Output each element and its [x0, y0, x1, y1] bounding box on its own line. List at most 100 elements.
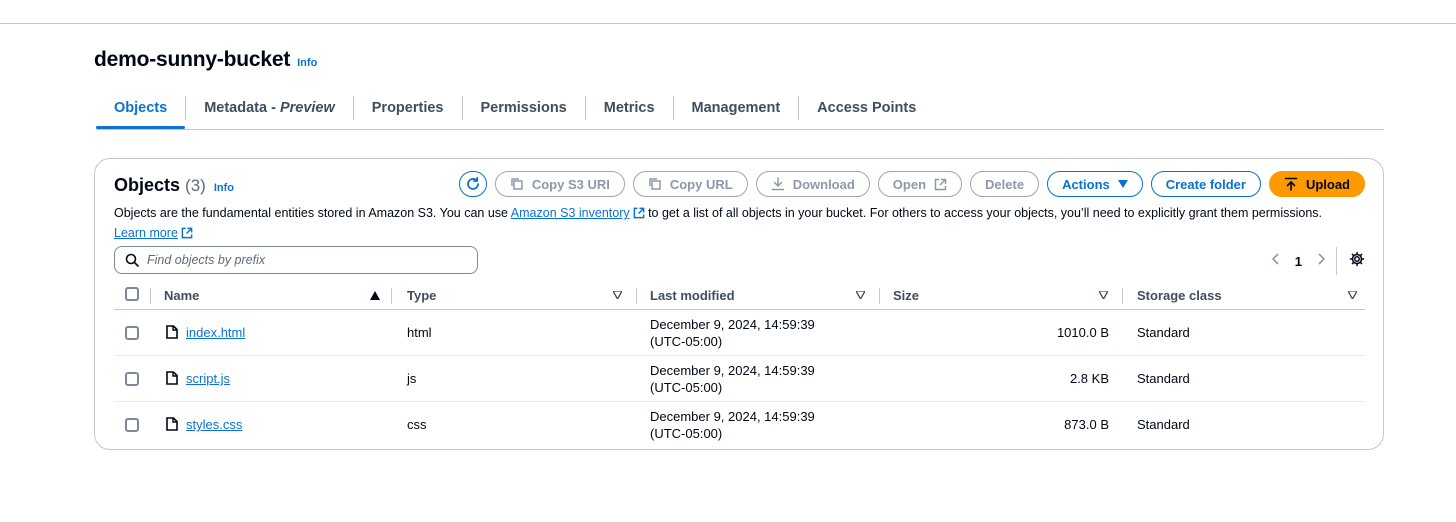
column-divider: [879, 288, 880, 304]
tab-access-points[interactable]: Access Points: [799, 94, 934, 128]
tab-bar: Objects Metadata - Preview Properties Pe…: [96, 94, 1384, 130]
table-row[interactable]: index.html html December 9, 2024, 14:59:…: [114, 310, 1365, 356]
column-divider: [391, 288, 392, 304]
caret-down-icon: [1117, 180, 1128, 188]
file-icon: [166, 371, 178, 385]
s3-inventory-link[interactable]: Amazon S3 inventory: [511, 206, 630, 220]
column-header-name[interactable]: Name: [164, 288, 199, 303]
actions-label: Actions: [1062, 176, 1110, 192]
file-icon: [166, 325, 178, 339]
description-text-1: Objects are the fundamental entities sto…: [114, 206, 511, 220]
timezone-line: (UTC-05:00): [650, 380, 723, 395]
objects-actions-toolbar: Copy S3 URI Copy URL Download Open Delet…: [458, 171, 1365, 197]
bucket-info-link[interactable]: Info: [297, 57, 317, 69]
tab-properties[interactable]: Properties: [354, 94, 462, 128]
page-number[interactable]: 1: [1295, 254, 1302, 269]
tab-management[interactable]: Management: [674, 94, 799, 128]
object-name-link[interactable]: script.js: [186, 371, 230, 386]
delete-label: Delete: [985, 176, 1025, 192]
actions-dropdown-button[interactable]: Actions: [1047, 171, 1143, 197]
external-link-icon: [181, 226, 193, 244]
external-link-icon: [633, 206, 645, 224]
select-all-checkbox[interactable]: [125, 287, 139, 301]
object-size: 1010.0 B: [1056, 325, 1109, 340]
copy-url-label: Copy URL: [669, 176, 733, 192]
object-size: 873.0 B: [1064, 417, 1109, 432]
object-type: css: [407, 417, 427, 432]
description-text-2: to get a list of all objects in your buc…: [644, 206, 1323, 220]
upload-icon: [1284, 177, 1298, 191]
date-line: December 9, 2024, 14:59:39: [650, 363, 815, 378]
sort-icon[interactable]: [1348, 291, 1357, 299]
pager-divider: [1336, 247, 1337, 275]
download-button[interactable]: Download: [755, 171, 870, 197]
file-icon: [166, 417, 178, 431]
prev-page-button[interactable]: [1271, 252, 1281, 271]
column-header-size[interactable]: Size: [893, 288, 919, 303]
objects-description: Objects are the fundamental entities sto…: [114, 204, 1364, 244]
objects-count: (3): [185, 176, 206, 195]
table-header: Name Type Last modified Size Storage cla…: [114, 283, 1365, 310]
learn-more-link[interactable]: Learn more: [114, 226, 178, 240]
object-name-link[interactable]: styles.css: [186, 417, 242, 432]
row-checkbox[interactable]: [125, 418, 139, 432]
open-button[interactable]: Open: [877, 171, 963, 197]
timezone-line: (UTC-05:00): [650, 426, 723, 441]
object-type: html: [407, 325, 432, 340]
tab-permissions[interactable]: Permissions: [463, 94, 585, 128]
chevron-right-icon: [1318, 252, 1326, 265]
object-name-link[interactable]: index.html: [186, 325, 245, 340]
sort-ascending-icon[interactable]: [370, 291, 380, 300]
upload-label: Upload: [1305, 176, 1350, 192]
pagination: 1: [1271, 247, 1365, 275]
page-title: demo-sunny-bucket: [94, 48, 291, 71]
tab-objects[interactable]: Objects: [96, 94, 186, 129]
delete-button[interactable]: Delete: [970, 171, 1040, 197]
object-last-modified: December 9, 2024, 14:59:39 (UTC-05:00): [650, 316, 815, 350]
objects-panel-header: Objects (3) Info: [114, 175, 234, 196]
objects-info-link[interactable]: Info: [214, 182, 234, 194]
column-header-type[interactable]: Type: [407, 288, 436, 303]
column-divider: [150, 288, 151, 304]
copy-icon: [510, 177, 524, 191]
next-page-button[interactable]: [1316, 252, 1326, 271]
object-storage-class: Standard: [1137, 325, 1190, 340]
download-label: Download: [792, 176, 855, 192]
copy-s3-uri-label: Copy S3 URI: [531, 176, 610, 192]
tab-metadata-label: Metadata -: [204, 100, 280, 116]
tab-metadata[interactable]: Metadata - Preview: [186, 94, 353, 128]
upload-button[interactable]: Upload: [1268, 171, 1365, 197]
create-folder-button[interactable]: Create folder: [1150, 171, 1261, 197]
gear-icon: [1349, 251, 1365, 266]
row-checkbox[interactable]: [125, 326, 139, 340]
copy-url-button[interactable]: Copy URL: [632, 171, 748, 197]
top-divider: [0, 23, 1456, 24]
column-header-storage-class[interactable]: Storage class: [1137, 288, 1222, 303]
object-type: js: [407, 371, 417, 386]
object-last-modified: December 9, 2024, 14:59:39 (UTC-05:00): [650, 362, 815, 396]
refresh-icon: [466, 176, 479, 190]
object-size: 2.8 KB: [1069, 371, 1109, 386]
table-row[interactable]: script.js js December 9, 2024, 14:59:39 (…: [114, 356, 1365, 402]
sort-icon[interactable]: [856, 291, 865, 299]
timezone-line: (UTC-05:00): [650, 334, 723, 349]
refresh-button[interactable]: [458, 171, 487, 197]
date-line: December 9, 2024, 14:59:39: [650, 317, 815, 332]
create-folder-label: Create folder: [1165, 176, 1246, 192]
objects-panel: Objects (3) Info Copy S3 URI Copy URL Do…: [94, 158, 1384, 450]
copy-s3-uri-button[interactable]: Copy S3 URI: [494, 171, 625, 197]
search-objects-field[interactable]: [114, 246, 478, 274]
row-checkbox[interactable]: [125, 372, 139, 386]
tab-metrics[interactable]: Metrics: [586, 94, 673, 128]
learn-more-label: Learn more: [114, 226, 178, 240]
column-divider: [636, 288, 637, 304]
open-label: Open: [892, 176, 927, 192]
sort-icon[interactable]: [613, 291, 622, 299]
column-header-last-modified[interactable]: Last modified: [650, 288, 735, 303]
object-last-modified: December 9, 2024, 14:59:39 (UTC-05:00): [650, 408, 815, 442]
preferences-button[interactable]: [1349, 251, 1365, 272]
sort-icon[interactable]: [1099, 291, 1108, 299]
search-input[interactable]: [147, 253, 467, 267]
table-row[interactable]: styles.css css December 9, 2024, 14:59:3…: [114, 402, 1365, 448]
s3-inventory-link-label: Amazon S3 inventory: [510, 206, 630, 220]
